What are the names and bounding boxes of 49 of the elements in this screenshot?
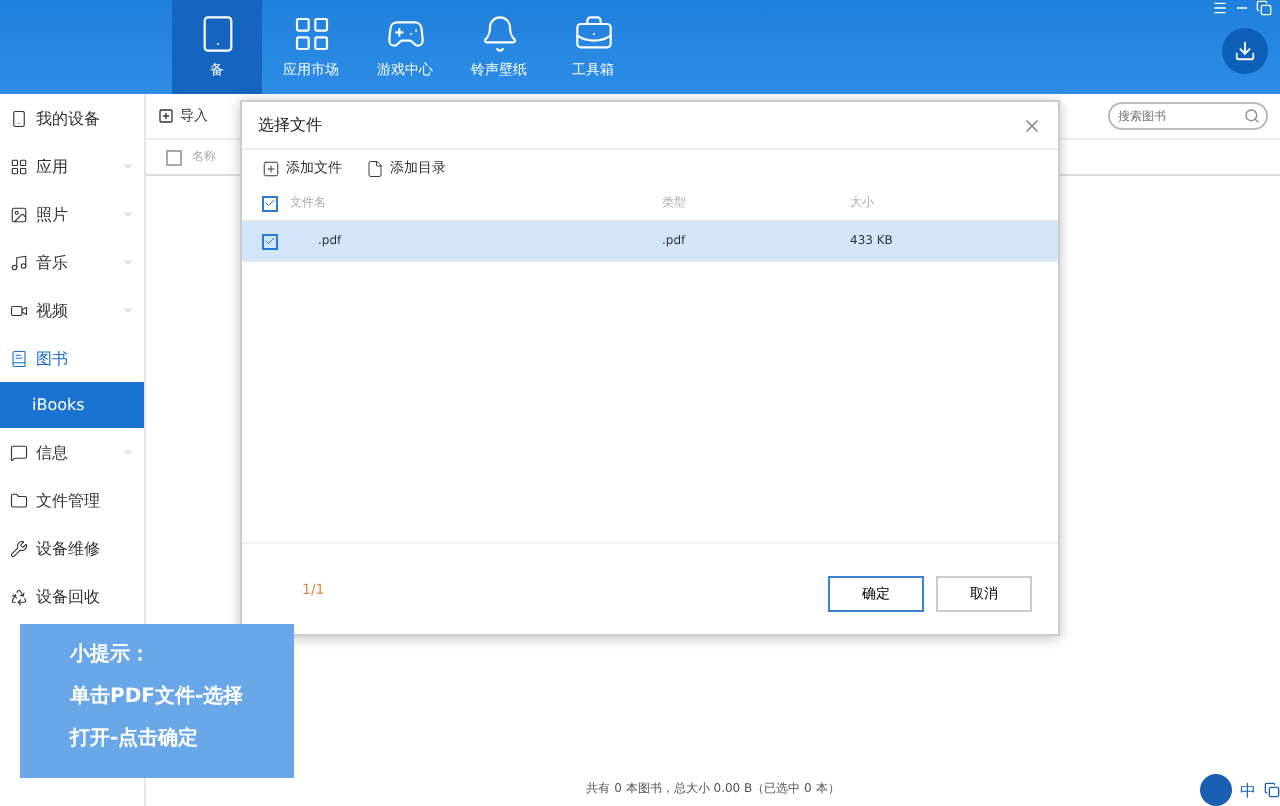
sidebar-item[interactable]: 文件管理 (0, 476, 144, 524)
device-icon (10, 109, 28, 127)
sidebar-item[interactable]: 我的设备 (0, 94, 144, 142)
sidebar-item[interactable]: 视频 (0, 286, 144, 334)
tip-text: 小提示： (70, 641, 152, 668)
checkbox[interactable] (262, 195, 278, 211)
checkbox[interactable] (166, 149, 182, 165)
restore-icon[interactable] (1256, 0, 1272, 16)
tip-text: 打开-点击确定 (70, 724, 201, 752)
checkbox[interactable] (262, 233, 278, 249)
sidebar-item[interactable]: 信息 (0, 428, 144, 476)
music-icon (10, 253, 28, 271)
menu-icon[interactable] (1212, 0, 1228, 16)
ime-mode[interactable]: 中 (1240, 779, 1256, 801)
chevron-icon (122, 446, 134, 458)
message-icon (10, 443, 28, 461)
dialog-title: 选择文件 (258, 114, 322, 136)
chevron-icon (122, 256, 134, 268)
chevron-icon (122, 304, 134, 316)
search-icon (1244, 108, 1260, 124)
toolbox-icon (573, 14, 613, 54)
bell-icon (479, 14, 519, 54)
import-icon (158, 108, 174, 124)
sidebar-item[interactable]: 音乐 (0, 238, 144, 286)
apps-icon (10, 157, 28, 175)
recycle-icon (10, 587, 28, 605)
video-icon (10, 301, 28, 319)
input-method-icon[interactable] (1200, 774, 1232, 806)
sidebar-subitem[interactable]: iBooks (0, 382, 144, 428)
download-button[interactable] (1222, 28, 1268, 74)
repair-icon (10, 539, 28, 557)
sidebar-item[interactable]: 设备维修 (0, 524, 144, 572)
sidebar-item[interactable]: 应用 (0, 142, 144, 190)
check-icon (264, 196, 276, 210)
chevron-icon (122, 208, 134, 220)
close-icon[interactable] (1022, 115, 1042, 135)
tip-text: 单击PDF文件-选择 (70, 683, 246, 710)
apps-icon (291, 14, 331, 54)
photo-icon (10, 205, 28, 223)
book-icon (10, 349, 28, 367)
sidebar-item[interactable]: 图书 (0, 334, 144, 382)
folder-icon (10, 491, 28, 509)
file-icon (366, 159, 384, 177)
download-icon (1234, 40, 1256, 62)
chevron-icon (122, 160, 134, 172)
add-icon (262, 159, 280, 177)
sidebar-item[interactable]: 照片 (0, 190, 144, 238)
check-icon (264, 234, 276, 248)
sidebar-item[interactable]: 设备回收 (0, 572, 144, 620)
